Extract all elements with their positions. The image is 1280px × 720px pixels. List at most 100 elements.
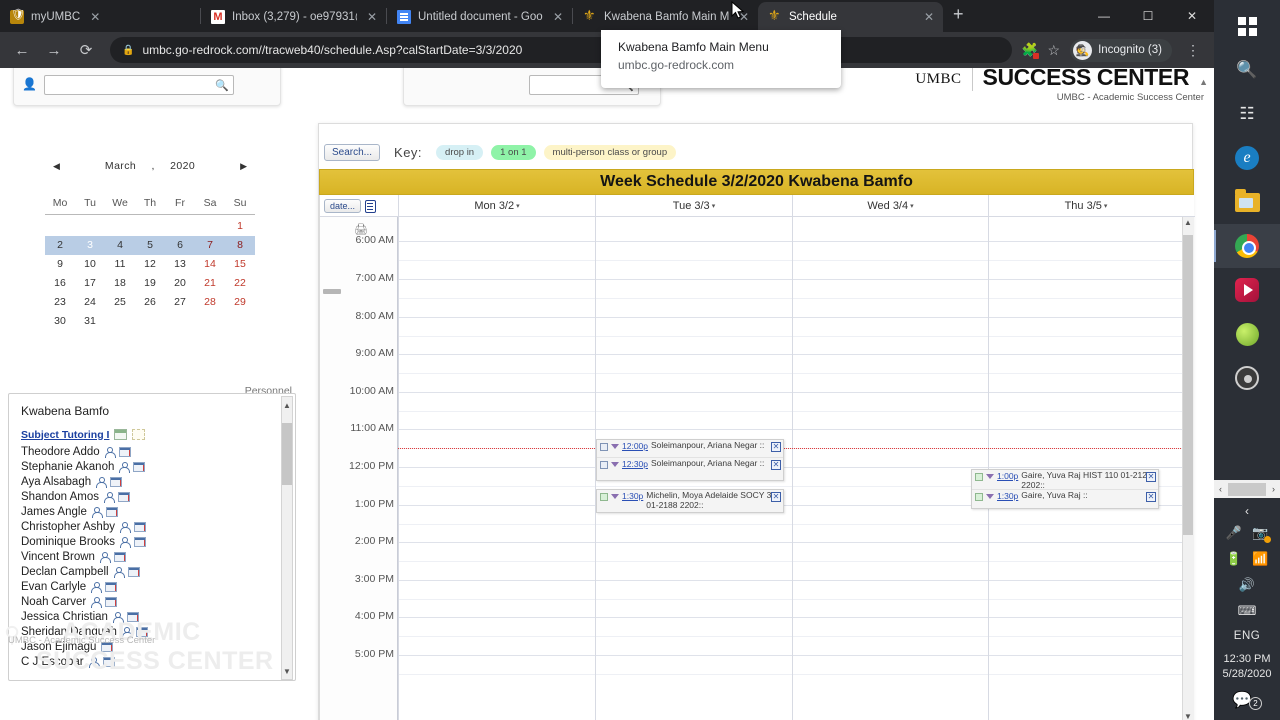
scroll-right-icon[interactable]: ›	[1267, 484, 1280, 494]
show-hidden-icons-button[interactable]: ‹	[1214, 498, 1280, 520]
battery-icon[interactable]: 🔋	[1226, 551, 1242, 567]
scroll-left-icon[interactable]: ‹	[1214, 484, 1227, 494]
day-cell[interactable]: 11	[105, 255, 135, 274]
day-cell[interactable]	[135, 217, 165, 236]
calendar-grid-icon[interactable]	[105, 581, 118, 592]
minimize-button[interactable]: —	[1082, 0, 1126, 32]
day-cell[interactable]: 31	[75, 312, 105, 331]
subject-tutoring-link[interactable]: Subject Tutoring I	[21, 429, 109, 441]
chevron-down-icon[interactable]: ▾	[1104, 202, 1108, 210]
day-cell[interactable]: 26	[135, 293, 165, 312]
chrome-menu-icon[interactable]: ⋮	[1182, 42, 1204, 59]
taskbar-media-player-button[interactable]	[1214, 268, 1280, 312]
list-item[interactable]: Evan Carlyle	[21, 579, 295, 594]
person-icon[interactable]	[88, 656, 100, 668]
list-item[interactable]: James Angle	[21, 504, 295, 519]
day-cell[interactable]: 5	[135, 236, 165, 255]
day-cell[interactable]: 2	[45, 236, 75, 255]
day-cell[interactable]: 1	[225, 217, 255, 236]
calendar-grid-icon[interactable]	[133, 536, 146, 547]
day-cell[interactable]: 30	[45, 312, 75, 331]
schedule-grid-body[interactable]: 12:00p Soleimanpour, Ariana Negar :: ✕ 1…	[398, 217, 1183, 720]
list-item[interactable]: C J Escobar	[21, 654, 295, 669]
list-item[interactable]: Jessica Christian	[21, 609, 295, 624]
chevron-down-icon[interactable]	[986, 474, 994, 479]
day-cell[interactable]: 13	[165, 255, 195, 274]
schedule-vertical-scrollbar[interactable]: ▲ ▼	[1182, 217, 1194, 720]
scroll-up-icon[interactable]: ▲	[282, 399, 292, 411]
day-cell-selected[interactable]: 3	[75, 236, 105, 255]
day-cell[interactable]: 6	[165, 236, 195, 255]
appointment-time[interactable]: 12:30p	[622, 459, 648, 469]
chevron-down-icon[interactable]	[611, 444, 619, 449]
bookmark-star-icon[interactable]: ☆	[1048, 42, 1061, 59]
appointment-checkbox[interactable]	[600, 493, 608, 501]
person-icon[interactable]	[112, 611, 124, 623]
chevron-down-icon[interactable]: ▾	[712, 202, 716, 210]
address-bar[interactable]: 🔒 umbc.go-redrock.com//tracweb40/schedul…	[110, 37, 1012, 63]
day-cell[interactable]: 12	[135, 255, 165, 274]
calendar-grid-icon[interactable]	[102, 656, 115, 667]
day-header-mon[interactable]: Mon 3/2 ▾	[398, 195, 595, 217]
list-item[interactable]: Dominique Brooks	[21, 534, 295, 549]
appointment-item[interactable]: 1:30p Gaire, Yuva Raj :: ✕	[972, 490, 1158, 508]
tab-close-icon[interactable]: ✕	[550, 11, 566, 23]
chevron-down-icon[interactable]: ▾	[910, 202, 914, 210]
day-cell[interactable]: 23	[45, 293, 75, 312]
list-item[interactable]: Declan Campbell	[21, 564, 295, 579]
appointment-group[interactable]: 1:00p Gaire, Yuva Raj HIST 110 01-2120 2…	[971, 469, 1159, 509]
day-cell[interactable]	[165, 312, 195, 331]
list-item[interactable]: Shandon Amos	[21, 489, 295, 504]
tab-close-icon[interactable]: ✕	[364, 11, 380, 23]
day-cell[interactable]: 27	[165, 293, 195, 312]
microphone-icon[interactable]: 🎤	[1226, 525, 1242, 541]
close-icon[interactable]: ✕	[771, 492, 781, 502]
chevron-down-icon[interactable]	[986, 494, 994, 499]
person-icon[interactable]	[91, 581, 103, 593]
schedule-grid-icon[interactable]	[114, 429, 128, 440]
day-header-tue[interactable]: Tue 3/3 ▾	[595, 195, 792, 217]
taskbar-chrome-button[interactable]	[1214, 224, 1280, 268]
day-cell[interactable]: 7	[195, 236, 225, 255]
keyboard-icon[interactable]: ⌨	[1238, 603, 1257, 619]
day-cell[interactable]: 10	[75, 255, 105, 274]
list-item[interactable]: Theodore Addo	[21, 444, 295, 459]
resize-handle[interactable]	[323, 289, 341, 294]
day-cell[interactable]	[135, 312, 165, 331]
appointment-time[interactable]: 1:00p	[997, 471, 1018, 481]
day-cell[interactable]: 29	[225, 293, 255, 312]
list-item[interactable]: Christopher Ashby	[21, 519, 295, 534]
day-cell[interactable]: 16	[45, 274, 75, 293]
calendar-grid-icon[interactable]	[105, 506, 118, 517]
person-icon[interactable]	[91, 506, 103, 518]
chevron-down-icon[interactable]: ▾	[516, 202, 520, 210]
search-button[interactable]: Search...	[324, 143, 381, 161]
calendar-grid-icon[interactable]	[127, 566, 140, 577]
day-cell[interactable]: 15	[225, 255, 255, 274]
appointment-time[interactable]: 12:00p	[622, 441, 648, 451]
appointment-item[interactable]: 1:00p Gaire, Yuva Raj HIST 110 01-2120 2…	[972, 470, 1158, 490]
availability-grid-icon[interactable]	[132, 429, 146, 440]
calendar-grid-icon[interactable]	[113, 551, 126, 562]
scroll-up-icon[interactable]: ▲	[1183, 218, 1193, 230]
back-icon[interactable]: ←	[8, 36, 36, 64]
person-icon[interactable]	[96, 476, 108, 488]
list-item[interactable]: Stephanie Akanoh	[21, 459, 295, 474]
person-icon[interactable]	[119, 521, 131, 533]
collapse-caret-icon[interactable]: ▲	[1199, 77, 1208, 91]
close-icon[interactable]: ✕	[1146, 492, 1156, 502]
scrollbar-thumb[interactable]	[1228, 482, 1266, 496]
camera-icon[interactable]: 📷	[1252, 525, 1272, 543]
personnel-scrollbar[interactable]: ▲ ▼	[281, 396, 293, 680]
list-item[interactable]: Vincent Brown	[21, 549, 295, 564]
day-cell[interactable]: 17	[75, 274, 105, 293]
browser-tab-inbox[interactable]: Inbox (3,279) - oe97931@um ✕	[201, 2, 386, 32]
appointment-group[interactable]: 12:00p Soleimanpour, Ariana Negar :: ✕ 1…	[596, 439, 784, 481]
start-button[interactable]	[1214, 4, 1280, 48]
day-cell[interactable]: 22	[225, 274, 255, 293]
incognito-indicator[interactable]: 🕵 Incognito (3)	[1070, 38, 1172, 62]
scrollbar-thumb[interactable]	[1183, 235, 1193, 535]
person-icon[interactable]	[104, 491, 116, 503]
day-cell[interactable]	[225, 312, 255, 331]
tray-scrollbar[interactable]: ‹ ›	[1214, 480, 1280, 498]
